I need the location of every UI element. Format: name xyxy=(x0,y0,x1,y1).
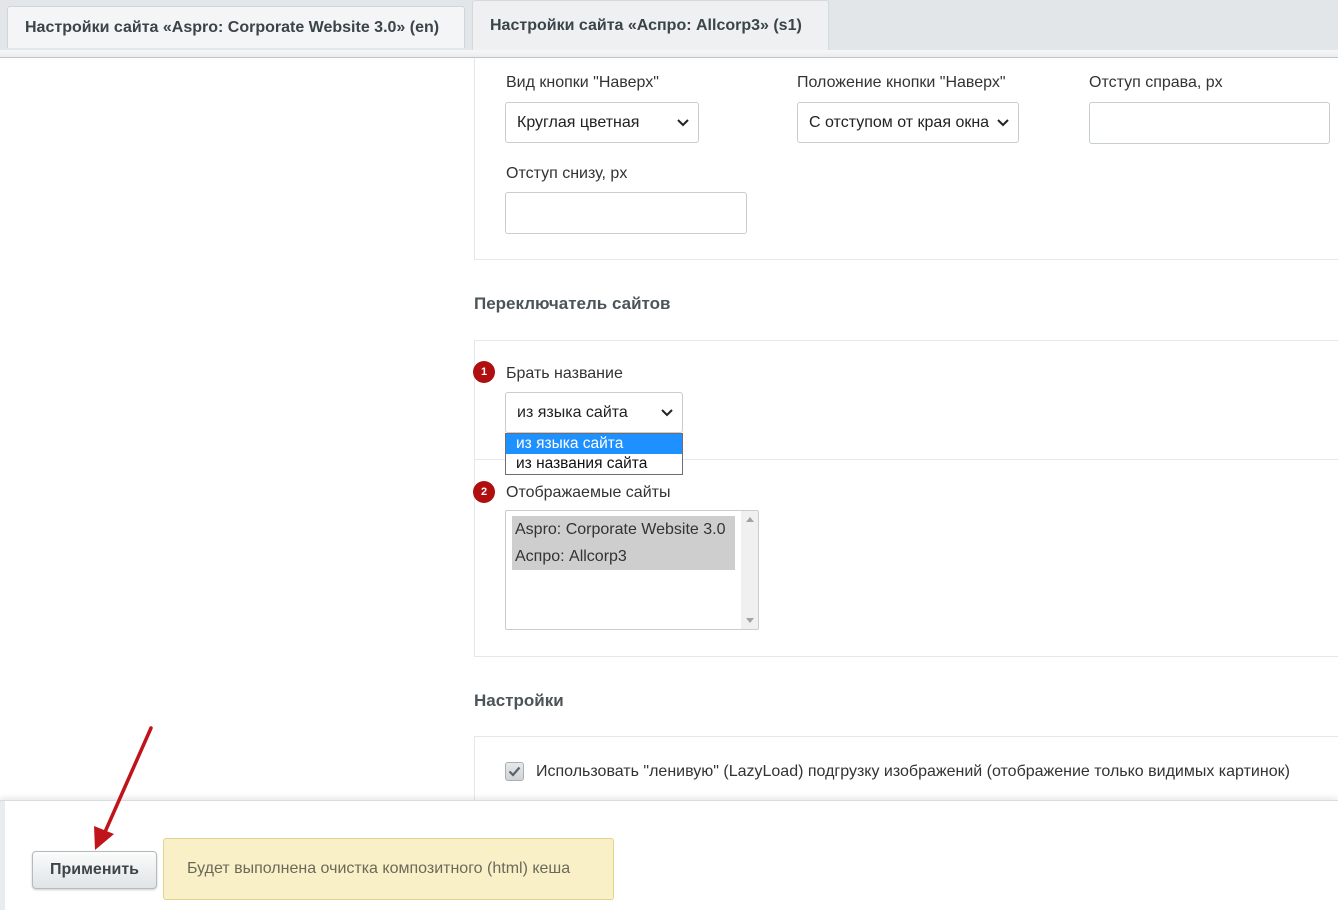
footer-edge xyxy=(0,801,5,910)
button-type-select[interactable]: Круглая цветная xyxy=(505,102,699,143)
tab-site-s1[interactable]: Настройки сайта «Аспро: Allcorp3» (s1) xyxy=(472,0,829,50)
tab-site-en[interactable]: Настройки сайта «Aspro: Corporate Websit… xyxy=(7,6,465,48)
footer-bar: Применить Будет выполнена очистка композ… xyxy=(0,800,1338,910)
lazyload-checkbox[interactable] xyxy=(505,762,524,781)
dropdown-option[interactable]: из языка сайта xyxy=(506,434,682,454)
chevron-down-icon xyxy=(661,409,673,417)
list-item[interactable]: Аспро: Allcorp3 xyxy=(512,543,735,570)
lazyload-label: Использовать "ленивую" (LazyLoad) подгру… xyxy=(536,763,1290,780)
offset-bottom-input[interactable] xyxy=(505,192,747,234)
take-name-dropdown: из языка сайта из названия сайта xyxy=(505,433,683,475)
chevron-down-icon xyxy=(997,119,1009,127)
take-name-select[interactable]: из языка сайта xyxy=(505,392,683,433)
scroll-down-icon[interactable] xyxy=(746,618,754,623)
offset-bottom-label: Отступ снизу, px xyxy=(506,165,628,182)
step-badge-2: 2 xyxy=(473,481,495,503)
chevron-down-icon xyxy=(677,119,689,127)
apply-button[interactable]: Применить xyxy=(32,851,157,889)
list-item[interactable]: Aspro: Corporate Website 3.0 xyxy=(512,516,735,543)
settings-content: Вид кнопки "Наверх" Круглая цветная Поло… xyxy=(5,58,1338,800)
settings-title: Настройки xyxy=(474,691,564,710)
button-type-value: Круглая цветная xyxy=(517,113,640,131)
scroll-up-icon[interactable] xyxy=(746,517,754,522)
take-name-value: из языка сайта xyxy=(517,403,628,421)
shown-sites-label: Отображаемые сайты xyxy=(506,484,671,501)
cache-notice: Будет выполнена очистка композитного (ht… xyxy=(163,838,614,900)
offset-right-input[interactable] xyxy=(1089,102,1330,144)
tab-bar-shadow xyxy=(0,50,1338,58)
take-name-label: Брать название xyxy=(506,365,623,382)
button-position-select[interactable]: С отступом от края окна xyxy=(797,102,1019,143)
step-badge-1: 1 xyxy=(473,361,495,383)
checkmark-icon xyxy=(508,766,521,777)
button-position-value: С отступом от края окна xyxy=(809,113,990,131)
tab-bar: Настройки сайта «Aspro: Corporate Websit… xyxy=(0,0,1338,58)
button-type-label: Вид кнопки "Наверх" xyxy=(506,74,659,91)
dropdown-option[interactable]: из названия сайта xyxy=(506,454,682,474)
site-switcher-title: Переключатель сайтов xyxy=(474,294,671,313)
annotation-arrow-icon xyxy=(94,726,153,850)
listbox-scrollbar[interactable] xyxy=(741,511,758,629)
button-position-label: Положение кнопки "Наверх" xyxy=(797,74,1006,91)
offset-right-label: Отступ справа, px xyxy=(1089,74,1223,91)
shown-sites-listbox[interactable]: Aspro: Corporate Website 3.0 Аспро: Allc… xyxy=(505,510,759,630)
